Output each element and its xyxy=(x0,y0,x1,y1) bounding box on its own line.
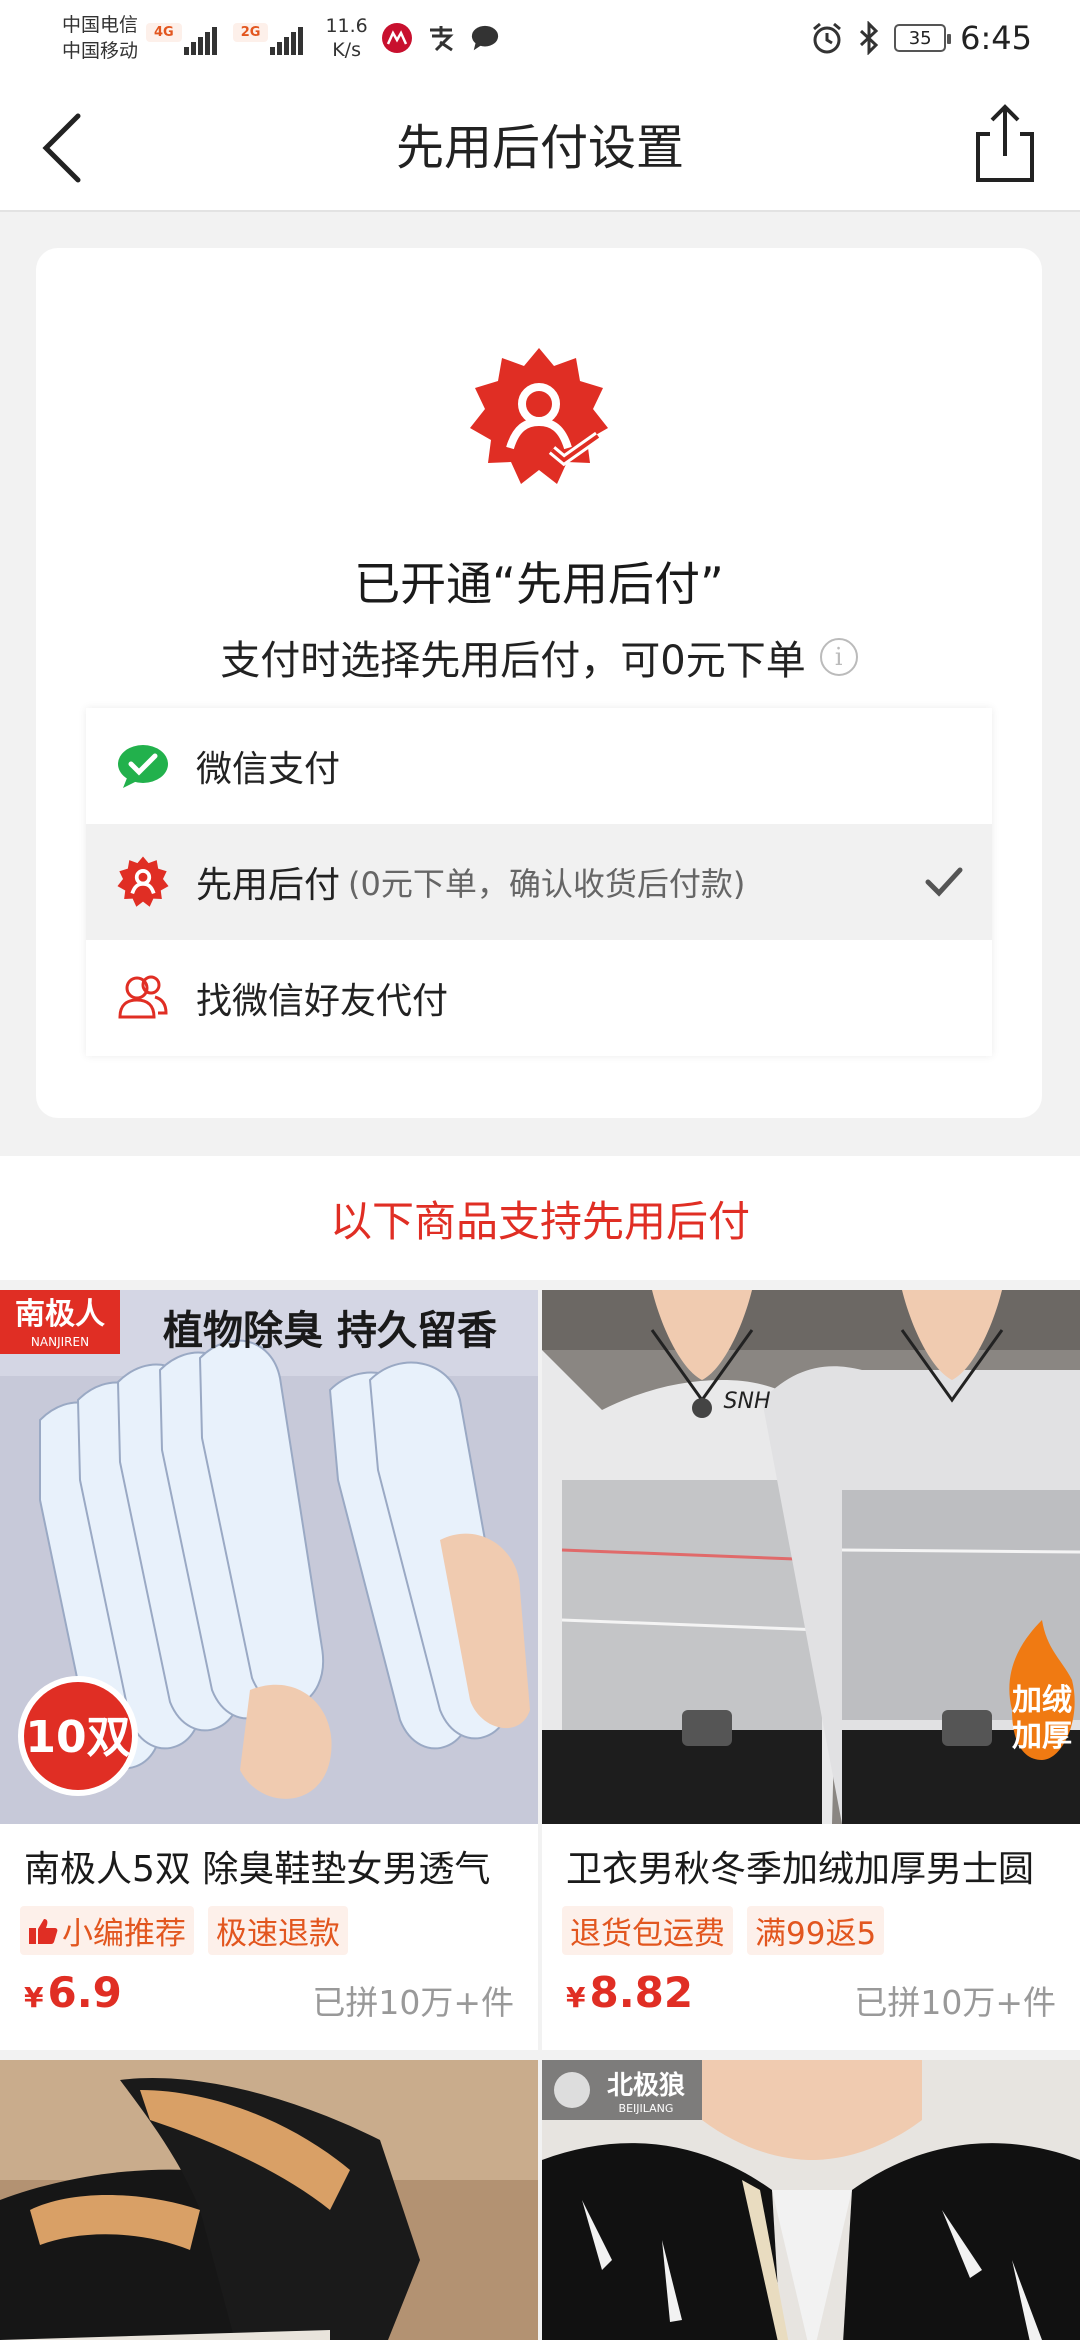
signal-icon: 4G xyxy=(146,21,219,55)
product-card[interactable]: SNH 加绒 加厚 卫衣男秋冬季加绒加厚男士圆 退货包运费 满99返5 ¥8.8… xyxy=(542,1290,1080,2050)
message-notification-icon xyxy=(470,23,500,53)
clock: 6:45 xyxy=(960,19,1032,57)
product-title: 卫衣男秋冬季加绒加厚男士圆 xyxy=(566,1849,1035,1890)
brand-logo: 南极人 xyxy=(15,1297,105,1332)
brand-logo-en: NANJIREN xyxy=(31,1335,89,1349)
status-right: 35 6:45 xyxy=(810,19,1032,57)
page-title: 先用后付设置 xyxy=(395,120,684,176)
carrier-2: 中国移动 xyxy=(62,40,139,62)
signal-icon: 2G xyxy=(232,21,306,55)
status-bar: 中国电信 中国移动 4G 2G 11.6 K/s 35 6:45 xyxy=(0,0,1080,76)
wechat-pay-icon xyxy=(116,739,170,793)
product-price: ¥6.9 xyxy=(24,1968,122,2017)
brand-logo-en: BEIJILANG xyxy=(619,2102,674,2115)
product-title: 南极人5双 除臭鞋垫女男透气 xyxy=(24,1849,491,1890)
shirt-print: SNH xyxy=(724,1389,771,1414)
alipay-notification-icon xyxy=(426,23,456,53)
info-icon[interactable]: i xyxy=(819,638,858,676)
checkmark-icon xyxy=(925,867,963,897)
friends-pay-icon xyxy=(116,971,170,1025)
product-image: 北极狼 BEIJILANG xyxy=(542,2060,1080,2340)
payment-option-label: 找微信好友代付 xyxy=(196,981,449,1022)
enabled-subtitle: 支付时选择先用后付，可0元下单 i xyxy=(36,628,1042,686)
product-grid: 南极人 NANJIREN 植物除臭 持久留香 10双 南极人5双 除臭鞋垫女男透… xyxy=(0,1290,1080,2340)
bluetooth-icon xyxy=(860,21,879,55)
section-heading: 以下商品支持先用后付 xyxy=(0,1156,1080,1280)
product-tag: 小编推荐 xyxy=(20,1906,194,1955)
promo-badge: 加绒 xyxy=(1012,1683,1072,1718)
payment-option-label: 微信支付 xyxy=(196,749,341,790)
product-image: SNH 加绒 加厚 xyxy=(542,1290,1080,1824)
product-card[interactable] xyxy=(0,2060,538,2340)
payment-option-friend-pay[interactable]: 找微信好友代付 xyxy=(86,940,992,1056)
alarm-icon xyxy=(813,22,842,54)
product-image xyxy=(0,2060,538,2340)
product-tags: 退货包运费 满99返5 xyxy=(562,1906,885,1955)
app-notification-icon xyxy=(381,23,412,53)
carrier-info: 中国电信 中国移动 xyxy=(62,12,138,64)
thumbs-up-icon xyxy=(29,1918,58,1944)
brand-logo: 北极狼 xyxy=(607,2070,685,2101)
payment-options: 微信支付 先用后付 (0元下单，确认收货后付款) 找微信好友代付 xyxy=(86,708,992,1056)
pay-later-badge-icon xyxy=(116,855,170,909)
pay-later-badge-icon xyxy=(466,344,612,490)
product-tag: 退货包运费 xyxy=(562,1906,733,1955)
product-price: ¥8.82 xyxy=(566,1968,694,2017)
network-speed: 11.6 K/s xyxy=(325,15,368,61)
share-icon xyxy=(976,104,1034,182)
enabled-title: 已开通“先用后付” xyxy=(354,557,724,611)
payment-option-pay-later[interactable]: 先用后付 (0元下单，确认收货后付款) xyxy=(86,824,992,940)
product-tags: 小编推荐 极速退款 xyxy=(20,1906,348,1955)
quantity-badge: 10双 xyxy=(25,1712,130,1763)
product-sold-count: 已拼10万+件 xyxy=(854,1983,1056,2022)
navigation-bar: 先用后付设置 xyxy=(0,76,1080,212)
product-banner: 植物除臭 持久留香 xyxy=(163,1308,497,1354)
payment-option-label: 先用后付 xyxy=(196,865,341,906)
pay-later-card: 已开通“先用后付” 支付时选择先用后付，可0元下单 i 微信支付 先用后付 (0… xyxy=(36,248,1042,1118)
payment-option-note: (0元下单，确认收货后付款) xyxy=(348,865,746,903)
promo-badge: 加厚 xyxy=(1012,1719,1072,1754)
back-button[interactable] xyxy=(30,106,100,186)
chevron-left-icon xyxy=(42,113,81,183)
payment-option-wechat[interactable]: 微信支付 xyxy=(86,708,992,824)
product-card[interactable]: 北极狼 BEIJILANG xyxy=(542,2060,1080,2340)
battery-indicator: 35 xyxy=(894,24,952,52)
product-tag: 满99返5 xyxy=(747,1906,885,1955)
share-button[interactable] xyxy=(970,102,1040,186)
product-image: 南极人 NANJIREN 植物除臭 持久留香 10双 xyxy=(0,1290,538,1824)
product-sold-count: 已拼10万+件 xyxy=(312,1983,514,2022)
carrier-1: 中国电信 xyxy=(62,14,139,36)
product-tag: 极速退款 xyxy=(208,1906,348,1955)
product-card[interactable]: 南极人 NANJIREN 植物除臭 持久留香 10双 南极人5双 除臭鞋垫女男透… xyxy=(0,1290,538,2050)
